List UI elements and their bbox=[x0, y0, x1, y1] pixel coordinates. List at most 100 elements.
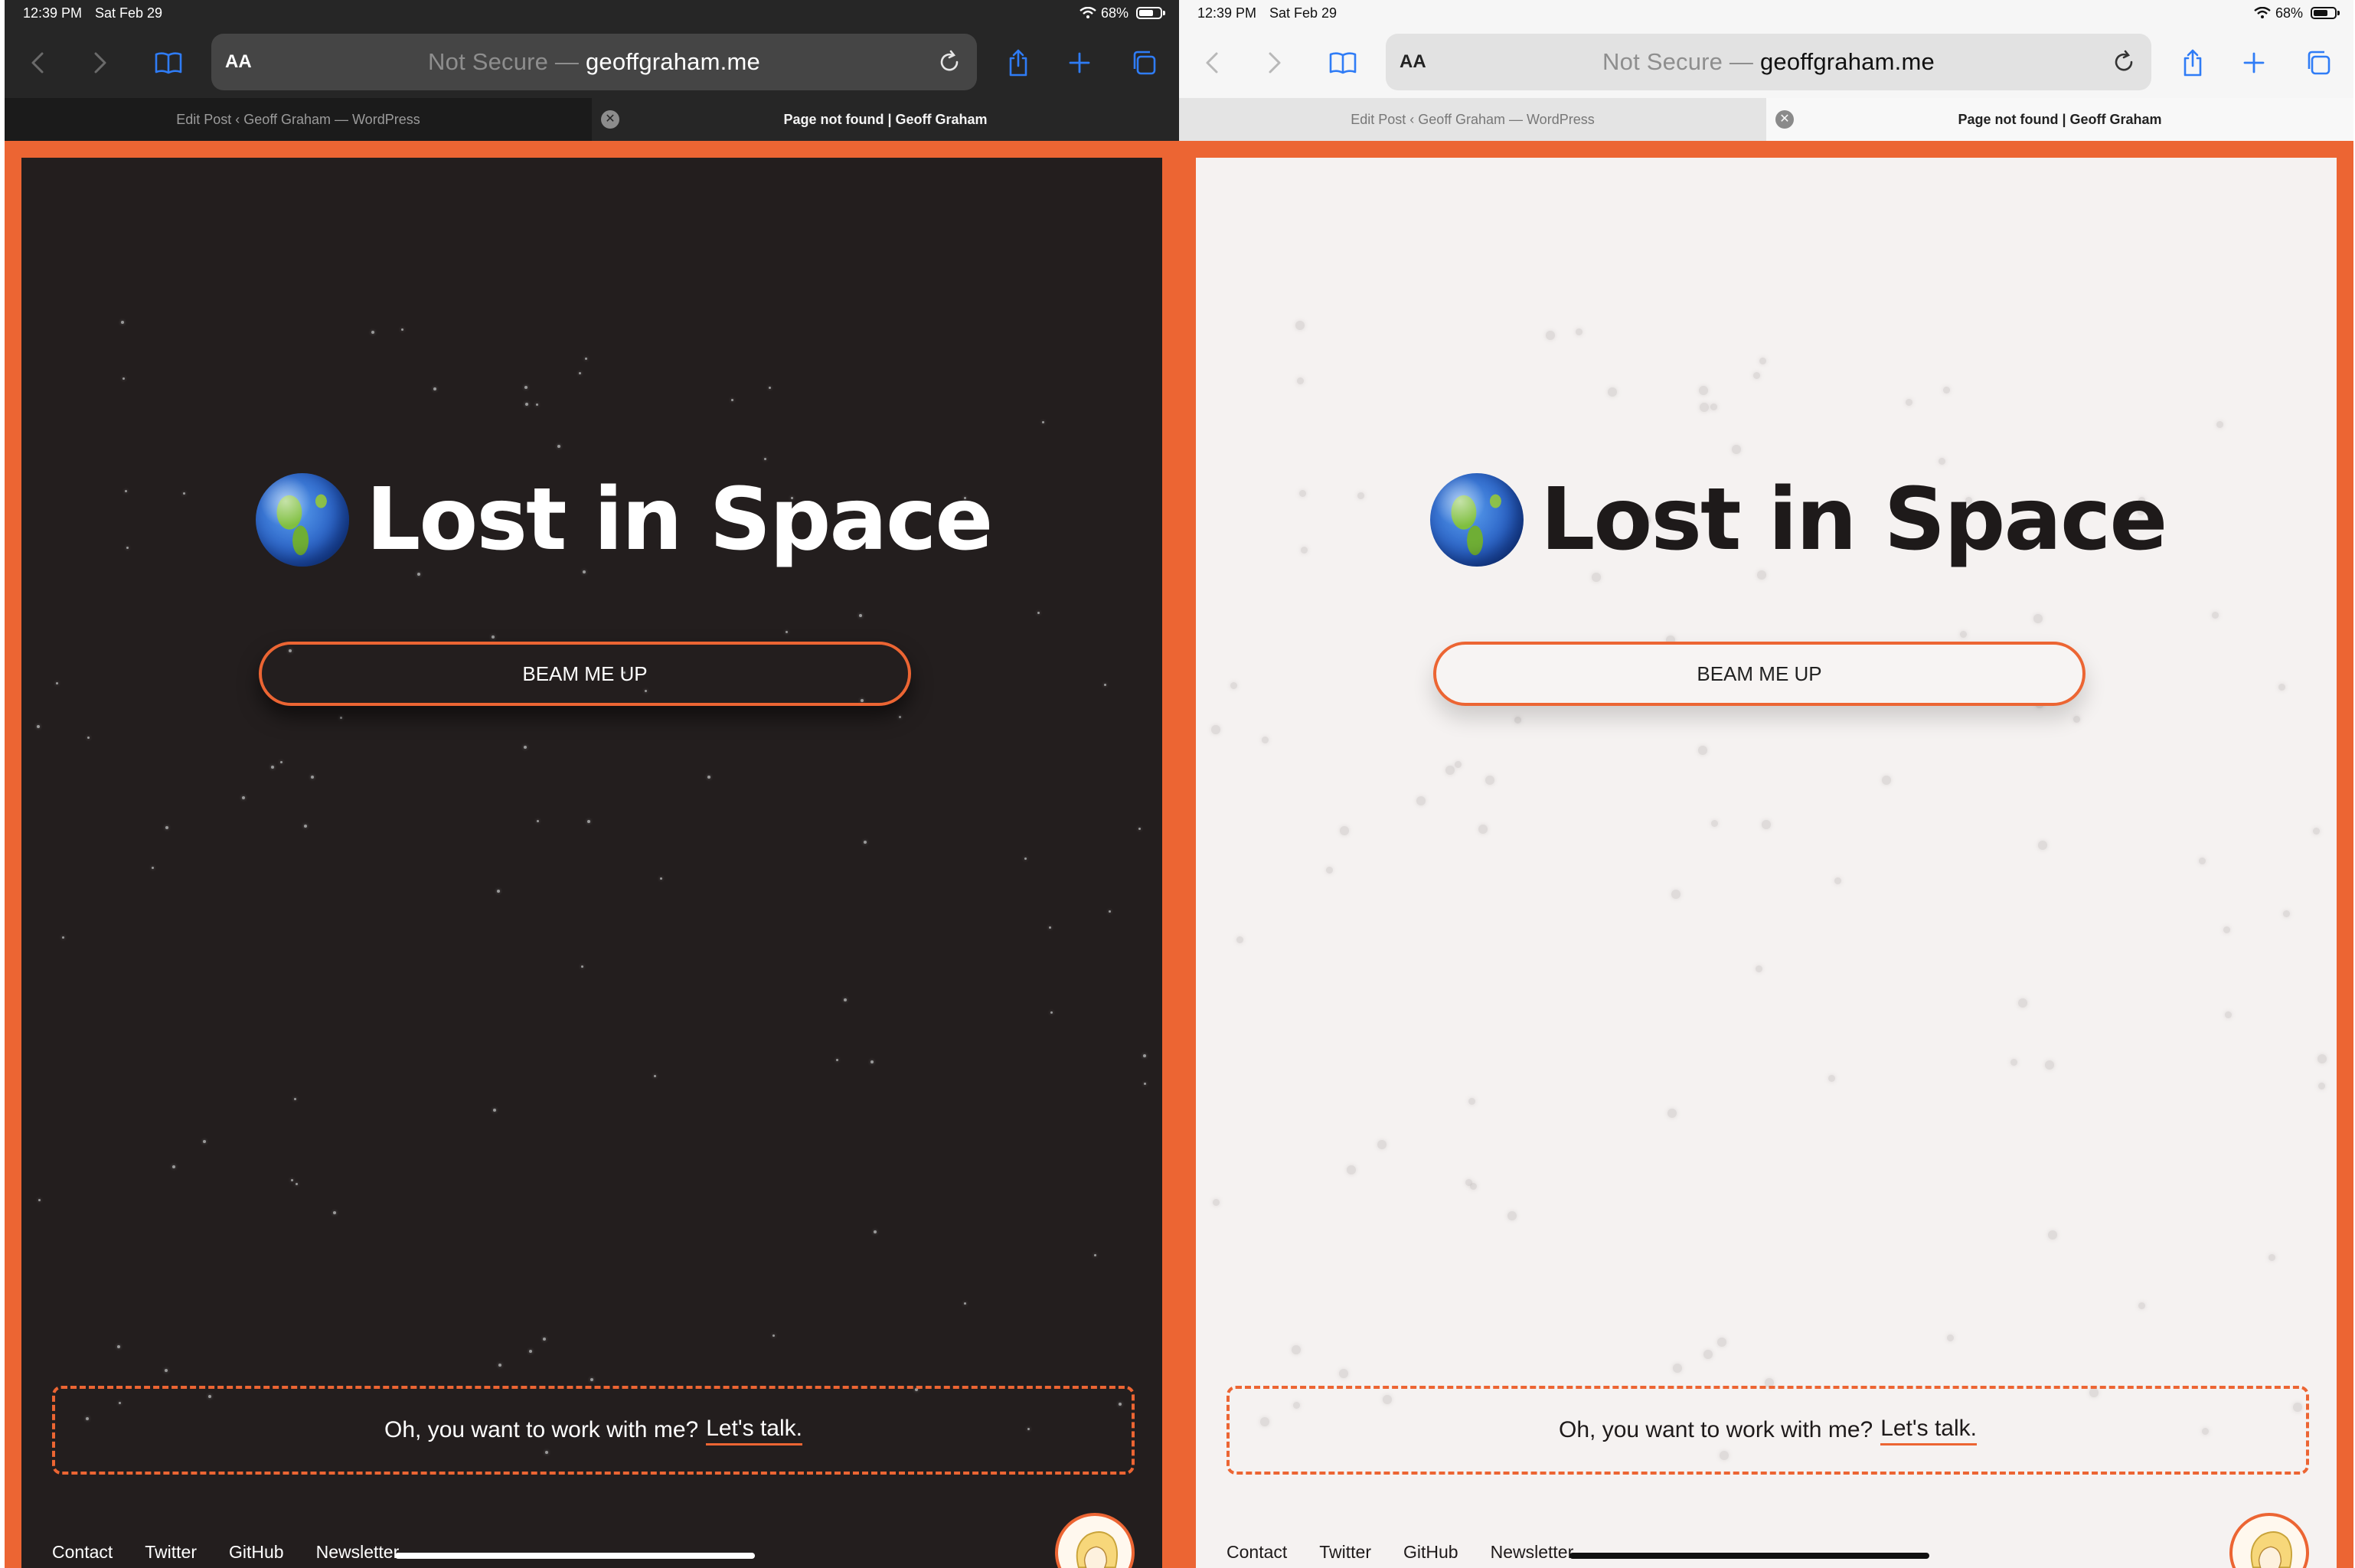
bookmarks-button[interactable] bbox=[147, 41, 190, 84]
footer-link-twitter[interactable]: Twitter bbox=[1319, 1542, 1371, 1563]
star-dot bbox=[2225, 1011, 2232, 1018]
status-right: 68% bbox=[1080, 0, 1165, 26]
star-dot bbox=[1213, 1199, 1220, 1206]
tab-overview-button[interactable] bbox=[2297, 41, 2340, 84]
book-icon bbox=[1329, 52, 1357, 74]
status-date: Sat Feb 29 bbox=[1269, 5, 1338, 21]
star-dot bbox=[1468, 1098, 1475, 1105]
star-dot bbox=[492, 635, 495, 639]
star-dot bbox=[1339, 1369, 1348, 1378]
star-dot bbox=[859, 614, 862, 617]
tab-edit-post[interactable]: Edit Post ‹ Geoff Graham — WordPress bbox=[5, 98, 592, 141]
star-dot bbox=[172, 1165, 175, 1168]
footer-link-github[interactable]: GitHub bbox=[229, 1542, 284, 1563]
star-dot bbox=[2313, 828, 2320, 835]
tab-strip: Edit Post ‹ Geoff Graham — WordPress ✕ P… bbox=[1179, 98, 2353, 141]
reload-button[interactable] bbox=[2108, 47, 2139, 77]
footer-link-contact[interactable]: Contact bbox=[52, 1542, 113, 1563]
beam-me-up-button[interactable]: BEAM ME UP bbox=[259, 642, 911, 706]
bookmarks-button[interactable] bbox=[1321, 41, 1364, 84]
star-dot bbox=[1671, 890, 1681, 899]
browser-toolbar: AA Not Secure — geoffgraham.me bbox=[1179, 26, 2353, 98]
star-dot bbox=[537, 820, 539, 822]
url-security-label: Not Secure — bbox=[1602, 48, 1760, 75]
star-dot bbox=[1717, 1338, 1726, 1347]
footer-link-twitter[interactable]: Twitter bbox=[145, 1542, 197, 1563]
star-dot bbox=[122, 377, 125, 380]
star-dot bbox=[291, 1179, 293, 1181]
star-dot bbox=[769, 387, 771, 389]
dark-mode-screen: 12:39 PM Sat Feb 29 68% AA Not Secure — … bbox=[5, 0, 1179, 1568]
star-dot bbox=[1262, 737, 1269, 743]
footer-link-github[interactable]: GitHub bbox=[1403, 1542, 1458, 1563]
star-dot bbox=[772, 1334, 775, 1337]
address-bar[interactable]: AA Not Secure — geoffgraham.me bbox=[1386, 34, 2151, 90]
star-dot bbox=[536, 403, 538, 406]
share-icon bbox=[2184, 49, 2202, 77]
star-dot bbox=[56, 682, 58, 684]
star-dot bbox=[296, 1183, 298, 1185]
avatar-illustration bbox=[1076, 1531, 1118, 1568]
star-dot bbox=[1906, 399, 1912, 406]
close-tab-icon[interactable]: ✕ bbox=[1775, 110, 1794, 129]
star-dot bbox=[1465, 1179, 1472, 1186]
new-tab-button[interactable] bbox=[1058, 41, 1101, 84]
plus-icon bbox=[2243, 52, 2265, 74]
tab-edit-post[interactable]: Edit Post ‹ Geoff Graham — WordPress bbox=[1179, 98, 1766, 141]
star-dot bbox=[1455, 761, 1462, 768]
share-button[interactable] bbox=[2171, 41, 2214, 84]
lets-talk-link[interactable]: Let's talk. bbox=[1880, 1416, 1977, 1446]
star-dot bbox=[583, 570, 586, 573]
reader-options-button[interactable]: AA bbox=[225, 34, 252, 90]
earth-globe-icon bbox=[256, 473, 349, 567]
share-button[interactable] bbox=[997, 41, 1040, 84]
forward-button[interactable] bbox=[78, 41, 121, 84]
tab-title: Page not found | Geoff Graham bbox=[1958, 112, 2162, 127]
star-dot bbox=[1297, 377, 1304, 384]
star-dot bbox=[1711, 820, 1718, 827]
star-dot bbox=[1485, 776, 1494, 785]
footer-link-contact[interactable]: Contact bbox=[1226, 1542, 1287, 1563]
star-dot bbox=[874, 1230, 877, 1233]
tab-page-not-found[interactable]: ✕ Page not found | Geoff Graham bbox=[592, 98, 1179, 141]
reload-icon bbox=[940, 50, 959, 71]
star-dot bbox=[2278, 684, 2285, 691]
star-dot bbox=[1295, 321, 1305, 330]
reader-options-button[interactable]: AA bbox=[1400, 34, 1426, 90]
star-dot bbox=[1301, 547, 1308, 554]
address-bar[interactable]: AA Not Secure — geoffgraham.me bbox=[211, 34, 977, 90]
star-dot bbox=[524, 746, 527, 749]
work-with-me-box: Oh, you want to work with me? Let's talk… bbox=[52, 1386, 1135, 1475]
star-dot bbox=[557, 445, 560, 448]
star-dot bbox=[1757, 570, 1766, 580]
tab-overview-button[interactable] bbox=[1122, 41, 1165, 84]
forward-button[interactable] bbox=[1253, 41, 1295, 84]
new-tab-button[interactable] bbox=[2233, 41, 2275, 84]
work-with-me-box: Oh, you want to work with me? Let's talk… bbox=[1226, 1386, 2309, 1475]
star-dot bbox=[311, 776, 314, 779]
chevron-left-icon bbox=[31, 52, 44, 74]
lets-talk-link[interactable]: Let's talk. bbox=[706, 1416, 802, 1446]
star-dot bbox=[654, 1075, 656, 1077]
star-dot bbox=[1143, 1054, 1146, 1057]
star-dot bbox=[1947, 1334, 1954, 1341]
back-button[interactable] bbox=[17, 41, 60, 84]
star-dot bbox=[585, 358, 587, 360]
beam-me-up-button[interactable]: BEAM ME UP bbox=[1433, 642, 2086, 706]
footer-link-newsletter[interactable]: Newsletter bbox=[316, 1542, 400, 1563]
close-tab-icon[interactable]: ✕ bbox=[601, 110, 619, 129]
back-button[interactable] bbox=[1191, 41, 1234, 84]
footer-link-newsletter[interactable]: Newsletter bbox=[1491, 1542, 1574, 1563]
split-screen: 12:39 PM Sat Feb 29 68% AA Not Secure — … bbox=[0, 0, 2355, 1568]
reload-button[interactable] bbox=[934, 47, 965, 77]
star-dot bbox=[1756, 965, 1762, 972]
star-dot bbox=[2223, 926, 2230, 933]
work-with-me-text: Oh, you want to work with me? bbox=[384, 1417, 699, 1442]
star-dot bbox=[165, 826, 168, 829]
star-dot bbox=[529, 1350, 532, 1353]
tab-page-not-found[interactable]: ✕ Page not found | Geoff Graham bbox=[1766, 98, 2353, 141]
web-page: Lost in Space BEAM ME UP Oh, you want to… bbox=[1179, 141, 2353, 1568]
star-dot bbox=[294, 1098, 296, 1100]
star-dot bbox=[417, 573, 420, 576]
star-dot bbox=[2318, 1083, 2325, 1089]
